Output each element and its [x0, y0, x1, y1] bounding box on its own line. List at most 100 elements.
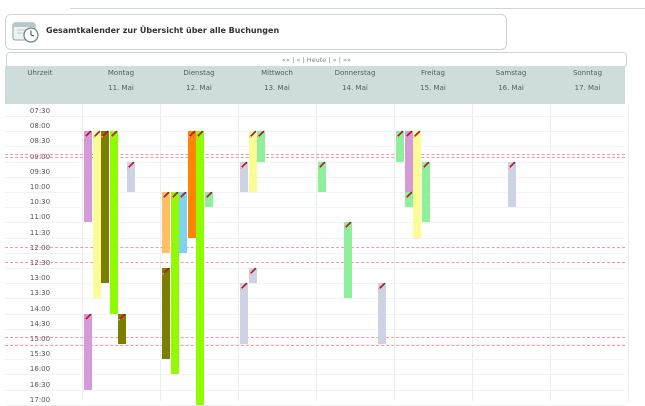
booking-bar[interactable]: [162, 268, 170, 360]
time-label: 11:30: [29, 228, 51, 237]
nav-separator: |: [338, 56, 341, 64]
time-label: 15:00: [29, 335, 51, 343]
first-week-link[interactable]: ««: [282, 56, 290, 64]
time-label: 14:00: [29, 304, 51, 313]
page-title: Gesamtkalender zur Übersicht über alle B…: [46, 26, 280, 35]
time-label: 11:00: [29, 213, 51, 222]
time-label: 16:30: [29, 380, 51, 389]
edit-pencil-icon[interactable]: [204, 191, 213, 200]
day-name: Sonntag: [572, 69, 603, 77]
booking-bar[interactable]: [187, 131, 196, 238]
time-label: 15:30: [29, 350, 51, 359]
time-row-line: [5, 389, 625, 391]
booking-bar[interactable]: [162, 192, 170, 253]
time-label: 08:00: [29, 122, 51, 131]
booking-bar[interactable]: [377, 283, 386, 344]
booking-bar[interactable]: [343, 222, 352, 299]
edit-pencil-icon[interactable]: [239, 161, 248, 170]
next-week-link[interactable]: »: [333, 56, 337, 64]
nav-separator: |: [302, 56, 305, 64]
time-column-header: Uhrzeit: [5, 66, 75, 104]
calendar-header: Uhrzeit Montag 11. Mai Dienstag 12. Mai …: [5, 66, 625, 104]
day-name: Dienstag: [183, 69, 215, 77]
edit-pencil-icon[interactable]: [178, 191, 187, 200]
edit-pencil-icon[interactable]: [421, 161, 430, 170]
break-line: [5, 345, 625, 347]
day-name: Mittwoch: [261, 69, 293, 77]
top-divider: [70, 8, 645, 9]
time-label: 10:00: [29, 183, 51, 191]
time-column-label: Uhrzeit: [27, 69, 53, 77]
day-date: 14. Mai: [342, 84, 368, 92]
time-label: 08:30: [29, 137, 51, 146]
day-date: 17. Mai: [574, 84, 601, 92]
day-header-wednesday: Mittwoch 13. Mai: [238, 66, 316, 104]
day-header-saturday: Samstag 16. Mai: [472, 66, 550, 104]
time-label: 17:00: [29, 395, 51, 404]
edit-pencil-icon[interactable]: [343, 221, 352, 230]
booking-bar[interactable]: [84, 313, 92, 390]
booking-bar[interactable]: [109, 131, 118, 314]
edit-pencil-icon[interactable]: [239, 282, 248, 291]
booking-bar[interactable]: [248, 131, 257, 192]
time-label: 13:00: [29, 274, 51, 283]
day-date: 13. Mai: [264, 84, 290, 92]
booking-bar[interactable]: [240, 283, 248, 344]
booking-bar[interactable]: [179, 192, 187, 253]
day-name: Montag: [107, 69, 135, 77]
day-header-thursday: Donnerstag 14. Mai: [316, 66, 394, 104]
edit-pencil-icon[interactable]: [248, 267, 257, 276]
day-header-monday: Montag 11. Mai: [82, 66, 160, 104]
calendar-grid: 07:30 08:00 08:30 09:00 09:30 10:00 10:30 11:00…: [5, 104, 629, 406]
day-header-sunday: Sonntag 17. Mai: [550, 66, 625, 104]
booking-bar[interactable]: [404, 131, 413, 192]
time-label: 10:30: [29, 198, 51, 207]
edit-pencil-icon[interactable]: [126, 161, 135, 170]
time-row-line: [5, 298, 625, 300]
day-separator: [628, 104, 629, 401]
time-row-line: [5, 313, 625, 315]
edit-pencil-icon[interactable]: [195, 130, 204, 139]
day-name: Freitag: [421, 69, 445, 77]
edit-pencil-icon[interactable]: [83, 313, 92, 322]
day-date: 15. Mai: [420, 84, 446, 92]
title-panel: Gesamtkalender zur Übersicht über alle B…: [5, 14, 507, 50]
nav-separator: |: [292, 56, 295, 64]
edit-pencil-icon[interactable]: [109, 130, 118, 139]
time-label: 14:30: [29, 319, 51, 328]
time-row-line: [5, 116, 625, 117]
edit-pencil-icon[interactable]: [412, 130, 421, 139]
time-row-line: [5, 328, 625, 330]
day-date: 12. Mai: [186, 84, 212, 92]
booking-bar[interactable]: [196, 131, 204, 405]
booking-bar[interactable]: [421, 161, 430, 223]
today-link[interactable]: Heute: [307, 56, 327, 64]
edit-pencil-icon[interactable]: [507, 161, 516, 170]
time-label: 16:00: [29, 365, 51, 374]
booking-bar[interactable]: [170, 192, 179, 375]
break-line: [5, 337, 625, 339]
edit-pencil-icon[interactable]: [404, 191, 413, 200]
last-week-link[interactable]: »»: [343, 56, 351, 64]
day-date: 11. Mai: [108, 84, 134, 92]
booking-bar[interactable]: [84, 131, 92, 223]
time-row-line: [5, 374, 625, 376]
edit-pencil-icon[interactable]: [317, 161, 326, 170]
edit-pencil-icon[interactable]: [377, 282, 386, 291]
booking-bar[interactable]: [101, 131, 109, 284]
day-name: Donnerstag: [334, 69, 376, 77]
time-label: 09:30: [29, 167, 51, 176]
time-label: 13:30: [29, 289, 51, 298]
edit-pencil-icon[interactable]: [256, 130, 265, 139]
booking-bar[interactable]: [92, 131, 101, 299]
edit-pencil-icon[interactable]: [161, 267, 170, 276]
day-name: Samstag: [495, 69, 527, 77]
edit-pencil-icon[interactable]: [117, 313, 126, 322]
day-header-tuesday: Dienstag 12. Mai: [160, 66, 238, 104]
booking-bar[interactable]: [413, 131, 421, 238]
day-header-friday: Freitag 15. Mai: [394, 66, 472, 104]
previous-week-link[interactable]: «: [296, 56, 300, 64]
time-label: 07:30: [29, 107, 51, 115]
nav-separator: |: [328, 56, 331, 64]
day-date: 16. Mai: [498, 84, 524, 92]
